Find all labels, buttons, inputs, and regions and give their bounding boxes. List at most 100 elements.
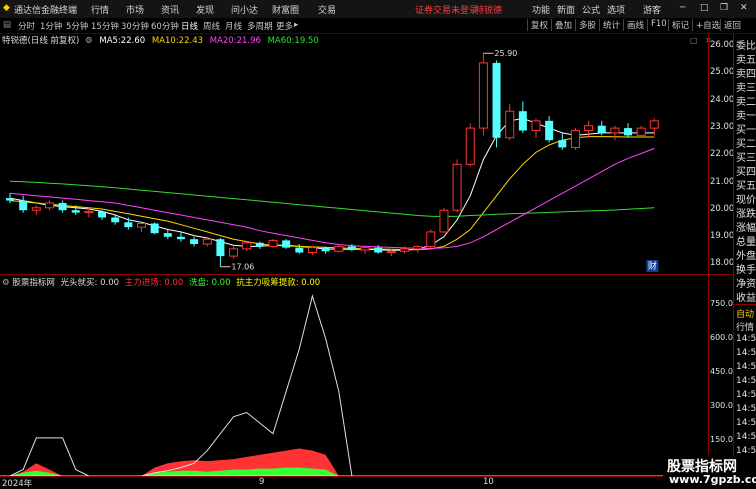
price-tick: 22.00 <box>710 149 735 159</box>
candle-body-down <box>124 222 133 228</box>
label-outer: 外盘 <box>736 251 756 262</box>
line-guangtou <box>9 294 655 476</box>
ma60-legend: MA60:19.50 <box>267 36 319 46</box>
login-notice[interactable]: 证券交易未登录 <box>415 3 478 16</box>
tf-30min[interactable]: 30分钟 <box>121 20 149 32</box>
candle-body-up <box>360 247 370 251</box>
btn-fanhui[interactable]: 返回 <box>720 19 741 31</box>
btn-zixuan[interactable]: +自选 <box>692 19 720 31</box>
btn-duogu[interactable]: 多股 <box>575 19 596 31</box>
btn-tongji[interactable]: 统计 <box>599 19 620 31</box>
btn-huaxian[interactable]: 画线 <box>623 19 644 31</box>
indicator-axis: 750.00 600.00 450.00 300.00 150.00 <box>708 275 738 475</box>
minimize-icon[interactable]: ─ <box>680 3 685 13</box>
chart-expand-icon[interactable]: ▢ <box>690 36 698 45</box>
candle-body-down <box>71 210 80 213</box>
tf-weekly[interactable]: 周线 <box>203 20 220 32</box>
indicator-chart[interactable] <box>0 288 708 476</box>
date-tick: 2024年 <box>2 479 33 489</box>
quote-panel: 委比 卖五 卖四 卖三 卖二 卖一 买一 买二 买三 买四 买五 现价 涨跌 涨… <box>733 34 756 487</box>
tf-fenshi[interactable]: 分时 <box>18 20 35 32</box>
date-axis: 2024年 9 10 <box>0 476 733 489</box>
candle-body-down <box>374 247 383 253</box>
candle-body-down <box>19 200 28 211</box>
label-auto[interactable]: 自动 <box>736 307 754 320</box>
btn-fuquan[interactable]: 复权 <box>527 19 548 31</box>
user-label[interactable]: 游客 <box>643 3 661 16</box>
tf-daily[interactable]: 日线 <box>181 20 198 32</box>
maximize-icon[interactable]: □ <box>700 3 709 13</box>
candle-body-up <box>84 210 94 214</box>
ma20-legend: MA20:21.96 <box>209 36 261 46</box>
label-sell4: 卖四 <box>736 69 756 80</box>
candle-body-up <box>31 207 41 211</box>
candle-body-up <box>505 110 515 139</box>
label-sell2: 卖二 <box>736 97 756 108</box>
kline-chart[interactable]: 25.90 17.06 财 <box>0 46 708 273</box>
quote-divider <box>734 304 756 305</box>
restore-icon[interactable]: ❐ <box>720 3 728 13</box>
menu-hangqing[interactable]: 行情 <box>91 3 109 16</box>
menu-zixun[interactable]: 资讯 <box>161 3 179 16</box>
btn-f10[interactable]: F10 <box>647 19 667 31</box>
candle-body-down <box>6 198 14 201</box>
tick-time: 14:5 <box>736 362 756 372</box>
candle-body-down <box>624 128 633 136</box>
menu-xuanxiang[interactable]: 选项 <box>607 3 625 16</box>
candle-body-up <box>386 250 396 253</box>
candle-body-up <box>413 245 423 250</box>
btn-diejia[interactable]: 叠加 <box>551 19 572 31</box>
menu-jiaoyi[interactable]: 交易 <box>318 3 336 16</box>
menu-faxian[interactable]: 发现 <box>196 3 214 16</box>
tf-more[interactable]: 更多 <box>276 20 293 32</box>
menu-gongshi[interactable]: 公式 <box>582 3 600 16</box>
menu-ximian[interactable]: 新面 <box>557 3 575 16</box>
candle-body-up <box>202 238 212 245</box>
tf-multi[interactable]: 多周期 <box>247 20 273 32</box>
indicator-settings-icon[interactable]: ⚙ <box>2 278 10 288</box>
panel-toggle-icon[interactable]: ▤ <box>3 20 11 30</box>
candle-body-up <box>610 127 620 134</box>
candle-body-down <box>255 242 264 247</box>
label-quote[interactable]: 行情 <box>736 320 754 333</box>
btn-biaoji[interactable]: 标记 <box>668 19 689 31</box>
tick-time: 14:5 <box>736 334 756 344</box>
menu-gongneng[interactable]: 功能 <box>532 3 550 16</box>
finance-badge-label: 财 <box>648 260 657 272</box>
label-change-pct: 涨幅 <box>736 223 756 234</box>
menu-wenxiaoda[interactable]: 问小达 <box>231 3 258 16</box>
tf-5min[interactable]: 5分钟 <box>66 20 88 32</box>
candle-body-down <box>163 233 172 237</box>
candle-body-down <box>518 111 527 131</box>
price-tick: 24.00 <box>710 95 735 105</box>
label-buy4: 买四 <box>736 167 756 178</box>
menu-caifuquan[interactable]: 财富圈 <box>272 3 299 16</box>
tf-15min[interactable]: 15分钟 <box>91 20 119 32</box>
label-turnover: 换手 <box>736 265 756 276</box>
candle-body-up <box>229 248 239 257</box>
candle-body-down <box>282 240 291 248</box>
label-buy2: 买二 <box>736 139 756 150</box>
candle-body-up <box>531 120 541 132</box>
candle-body-up <box>452 163 462 211</box>
candle-body-up <box>636 127 646 136</box>
tick-time: 14:5 <box>736 418 756 428</box>
tick-time: 14:5 <box>736 376 756 386</box>
close-icon[interactable]: ✕ <box>740 3 748 13</box>
tf-monthly[interactable]: 月线 <box>225 20 242 32</box>
tf-1min[interactable]: 1分钟 <box>40 20 62 32</box>
label-sell3: 卖三 <box>736 83 756 94</box>
menu-shichang[interactable]: 市场 <box>126 3 144 16</box>
tf-60min[interactable]: 60分钟 <box>151 20 179 32</box>
candle-body-up <box>307 247 317 253</box>
ma-line-ma5 <box>9 117 655 251</box>
candle-body-down <box>597 125 606 133</box>
more-chevron-icon[interactable]: ▸ <box>294 20 298 30</box>
candle-body-up <box>570 130 580 148</box>
settings-gear-icon[interactable]: ⚙ <box>85 36 93 46</box>
app-logo-icon: ◆ <box>3 3 10 13</box>
candle-body-up <box>426 231 436 247</box>
label-sell5: 卖五 <box>736 55 756 66</box>
candle-body-up <box>439 209 449 233</box>
label-netasset: 净资 <box>736 279 756 290</box>
